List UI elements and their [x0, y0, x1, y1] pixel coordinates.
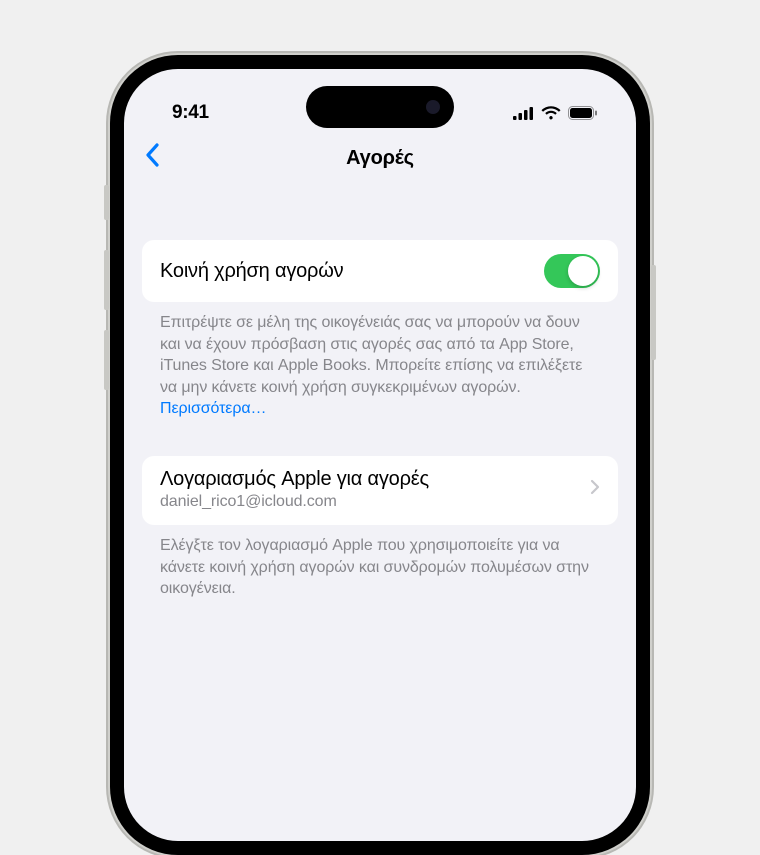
toggle-knob [568, 256, 598, 286]
share-purchases-row: Κοινή χρήση αγορών [142, 240, 618, 302]
share-purchases-label: Κοινή χρήση αγορών [160, 260, 343, 283]
cellular-icon [513, 107, 534, 120]
camera-icon [426, 100, 440, 114]
account-text-group: Λογαριασμός Apple για αγορές daniel_rico… [160, 468, 429, 511]
volume-down-button [104, 330, 109, 390]
back-button[interactable] [144, 143, 160, 172]
power-button [651, 265, 656, 360]
wifi-icon [541, 106, 561, 120]
nav-bar: Αγορές [124, 133, 636, 188]
account-row-subtitle: daniel_rico1@icloud.com [160, 493, 429, 511]
apple-account-row[interactable]: Λογαριασμός Apple για αγορές daniel_rico… [142, 456, 618, 525]
chevron-left-icon [144, 143, 160, 167]
status-time: 9:41 [172, 102, 209, 124]
account-row-footer: Ελέγξτε τον λογαριασμό Apple που χρησιμο… [142, 525, 618, 600]
screen: 9:41 [124, 69, 636, 841]
volume-up-button [104, 250, 109, 310]
battery-icon [568, 106, 598, 120]
page-title: Αγορές [346, 147, 414, 170]
account-row-title: Λογαριασμός Apple για αγορές [160, 468, 429, 491]
share-purchases-toggle[interactable] [544, 254, 600, 288]
dynamic-island [306, 86, 454, 128]
chevron-right-icon [590, 479, 600, 500]
more-link[interactable]: Περισσότερα… [160, 400, 266, 417]
share-purchases-footer: Επιτρέψτε σε μέλη της οικογένειάς σας να… [142, 302, 618, 420]
content-area: Κοινή χρήση αγορών Επιτρέψτε σε μέλη της… [124, 188, 636, 600]
phone-frame: 9:41 [110, 55, 650, 855]
side-button [104, 185, 109, 220]
footer-text-content: Επιτρέψτε σε μέλη της οικογένειάς σας να… [160, 314, 582, 396]
status-icons [513, 106, 598, 120]
